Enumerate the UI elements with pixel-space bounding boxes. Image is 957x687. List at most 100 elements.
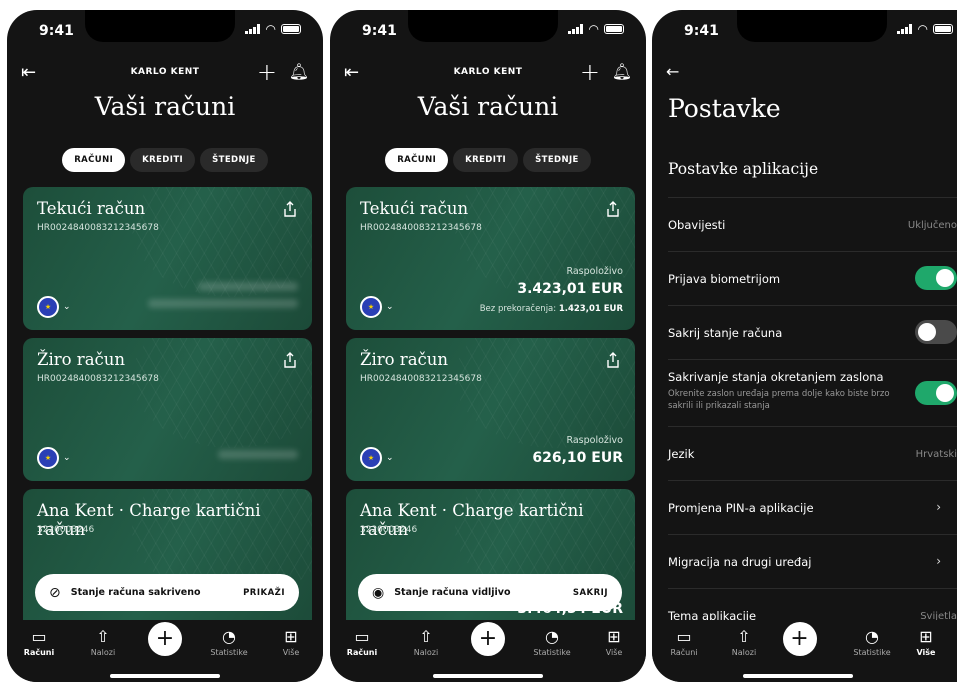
grid-icon: ⊞	[607, 627, 621, 646]
new-action-button[interactable]: +	[471, 622, 505, 656]
setting-language[interactable]: Jezik Hrvatski	[668, 426, 957, 480]
setting-pin[interactable]: Promjena PIN-a aplikacije ›	[668, 480, 957, 534]
new-action-button[interactable]: +	[148, 622, 182, 656]
home-indicator	[110, 674, 220, 678]
upload-icon: ⇧	[737, 627, 751, 646]
overdraft-label: Bez prekoračenja:	[479, 304, 557, 314]
balance-label: Raspoloživo	[566, 435, 623, 446]
add-icon[interactable]: +	[257, 58, 277, 86]
home-indicator	[433, 674, 543, 678]
new-action-button[interactable]: +	[782, 622, 817, 656]
pie-chart-icon: ◔	[865, 627, 879, 646]
nav-racuni[interactable]: ▭ Računi	[332, 626, 392, 657]
signal-icon	[244, 24, 261, 34]
share-icon[interactable]	[605, 201, 621, 217]
setting-migration[interactable]: Migracija na drugi uređaj ›	[668, 534, 957, 588]
setting-label: Sakrivanje stanja okretanjem zaslona	[668, 370, 884, 384]
currency-selector[interactable]: ★ ⌄	[360, 296, 394, 318]
rotate-hide-toggle[interactable]	[915, 381, 957, 405]
biometric-toggle[interactable]	[915, 266, 957, 290]
toggle-knob	[918, 323, 936, 341]
account-iban: 3220003246	[37, 525, 95, 535]
share-icon[interactable]	[282, 352, 298, 368]
currency-selector[interactable]: ★ ⌄	[37, 447, 71, 469]
wifi-icon: ◠	[265, 22, 276, 36]
wallet-icon: ▭	[676, 627, 692, 646]
nav-nalozi[interactable]: ⇧ Nalozi	[714, 626, 774, 657]
hide-balance-toggle[interactable]	[915, 320, 957, 344]
share-icon[interactable]	[282, 201, 298, 217]
page-title: Vaši računi	[417, 92, 559, 121]
show-balance-button[interactable]: PRIKAŽI	[243, 588, 285, 598]
nav-vise[interactable]: ⊞ Više	[261, 626, 321, 657]
nav-nalozi[interactable]: ⇧ Nalozi	[396, 626, 456, 657]
currency-selector[interactable]: ★ ⌄	[360, 447, 394, 469]
share-icon[interactable]	[605, 352, 621, 368]
setting-label: Promjena PIN-a aplikacije	[668, 501, 814, 515]
eu-flag-icon: ★	[360, 447, 382, 469]
page-title: Vaši računi	[94, 92, 236, 121]
notch	[85, 10, 235, 42]
account-name: Tekući račun	[37, 199, 146, 218]
chevron-right-icon: ›	[936, 554, 941, 568]
account-card-tekuci[interactable]: Tekući račun HR0024840083212345678 ★ ⌄	[23, 187, 312, 330]
tab-krediti[interactable]: KREDITI	[130, 148, 196, 172]
setting-biometric: Prijava biometrijom	[668, 251, 957, 305]
setting-label: Obavijesti	[668, 218, 726, 232]
tab-stednje[interactable]: ŠTEDNJE	[523, 148, 591, 172]
signal-icon	[567, 24, 584, 34]
hide-balance-button[interactable]: SAKRIJ	[573, 588, 608, 598]
tab-krediti[interactable]: KREDITI	[453, 148, 519, 172]
nav-statistike[interactable]: ◔ Statistike	[199, 626, 259, 657]
account-iban: HR0024840083212345678	[360, 223, 482, 233]
balance-amount: 626,10 EUR	[532, 450, 623, 466]
balance-toast: ◉ Stanje računa vidljivo SAKRIJ	[358, 574, 622, 611]
home-indicator	[742, 674, 853, 678]
account-name: Tekući račun	[360, 199, 469, 218]
account-card-ziro[interactable]: Žiro račun HR0024840083212345678 ★ ⌄	[23, 338, 312, 481]
notch	[408, 10, 558, 42]
balance-toast: ⊘ Stanje računa sakriveno PRIKAŽI	[35, 574, 299, 611]
nav-vise[interactable]: ⊞ Više	[896, 626, 956, 657]
nav-label: Više	[282, 648, 300, 657]
eu-flag-icon: ★	[37, 296, 59, 318]
tab-racuni[interactable]: RAČUNI	[62, 148, 126, 172]
setting-label: Prijava biometrijom	[668, 272, 781, 286]
currency-selector[interactable]: ★ ⌄	[37, 296, 71, 318]
account-card-tekuci[interactable]: Tekući račun HR0024840083212345678 Raspo…	[346, 187, 635, 330]
nav-vise[interactable]: ⊞ Više	[584, 626, 644, 657]
wifi-icon: ◠	[917, 22, 928, 36]
balance-amount: 3.423,01 EUR	[517, 281, 623, 297]
bottom-nav: ▭ Računi ⇧ Nalozi + ◔ Statistike ⊞ Više	[652, 620, 957, 682]
nav-statistike[interactable]: ◔ Statistike	[842, 626, 902, 657]
account-card-charge[interactable]: Ana Kent · Charge kartični račun 3220003…	[346, 489, 635, 639]
hidden-balance-blur	[218, 450, 298, 459]
eye-off-icon: ⊘	[49, 584, 61, 601]
tab-stednje[interactable]: ŠTEDNJE	[200, 148, 268, 172]
bell-icon[interactable]: 🔔︎	[289, 62, 309, 81]
status-icons: ◠	[896, 22, 953, 36]
page-title: Postavke	[668, 94, 781, 123]
nav-racuni[interactable]: ▭ Računi	[9, 626, 69, 657]
nav-label: Nalozi	[731, 648, 757, 657]
eu-flag-icon: ★	[360, 296, 382, 318]
setting-description: Okrenite zaslon uređaja prema dolje kako…	[668, 389, 890, 411]
account-card-ziro[interactable]: Žiro račun HR0024840083212345678 Raspolo…	[346, 338, 635, 481]
back-arrow-icon[interactable]: ←	[666, 62, 679, 81]
nav-racuni[interactable]: ▭ Računi	[654, 626, 714, 657]
setting-notifications[interactable]: Obavijesti Uključeno	[668, 197, 957, 251]
phone-accounts-visible: 9:41 ◠ ⇤ KARLO KENT + 🔔︎ Vaši računi RAČ…	[330, 10, 646, 682]
nav-nalozi[interactable]: ⇧ Nalozi	[73, 626, 133, 657]
bell-icon[interactable]: 🔔︎	[612, 62, 632, 81]
status-time: 9:41	[362, 23, 397, 39]
toast-message: Stanje računa sakriveno	[70, 587, 201, 598]
overdraft-value: 1.423,01 EUR	[558, 304, 623, 314]
status-bar: 9:41 ◠	[7, 10, 323, 50]
nav-label: Nalozi	[413, 648, 439, 657]
nav-statistike[interactable]: ◔ Statistike	[522, 626, 582, 657]
account-card-charge[interactable]: Ana Kent · Charge kartični račun 3220003…	[23, 489, 312, 639]
wallet-icon: ▭	[31, 627, 47, 646]
notch	[736, 10, 887, 42]
add-icon[interactable]: +	[580, 58, 600, 86]
tab-racuni[interactable]: RAČUNI	[385, 148, 449, 172]
